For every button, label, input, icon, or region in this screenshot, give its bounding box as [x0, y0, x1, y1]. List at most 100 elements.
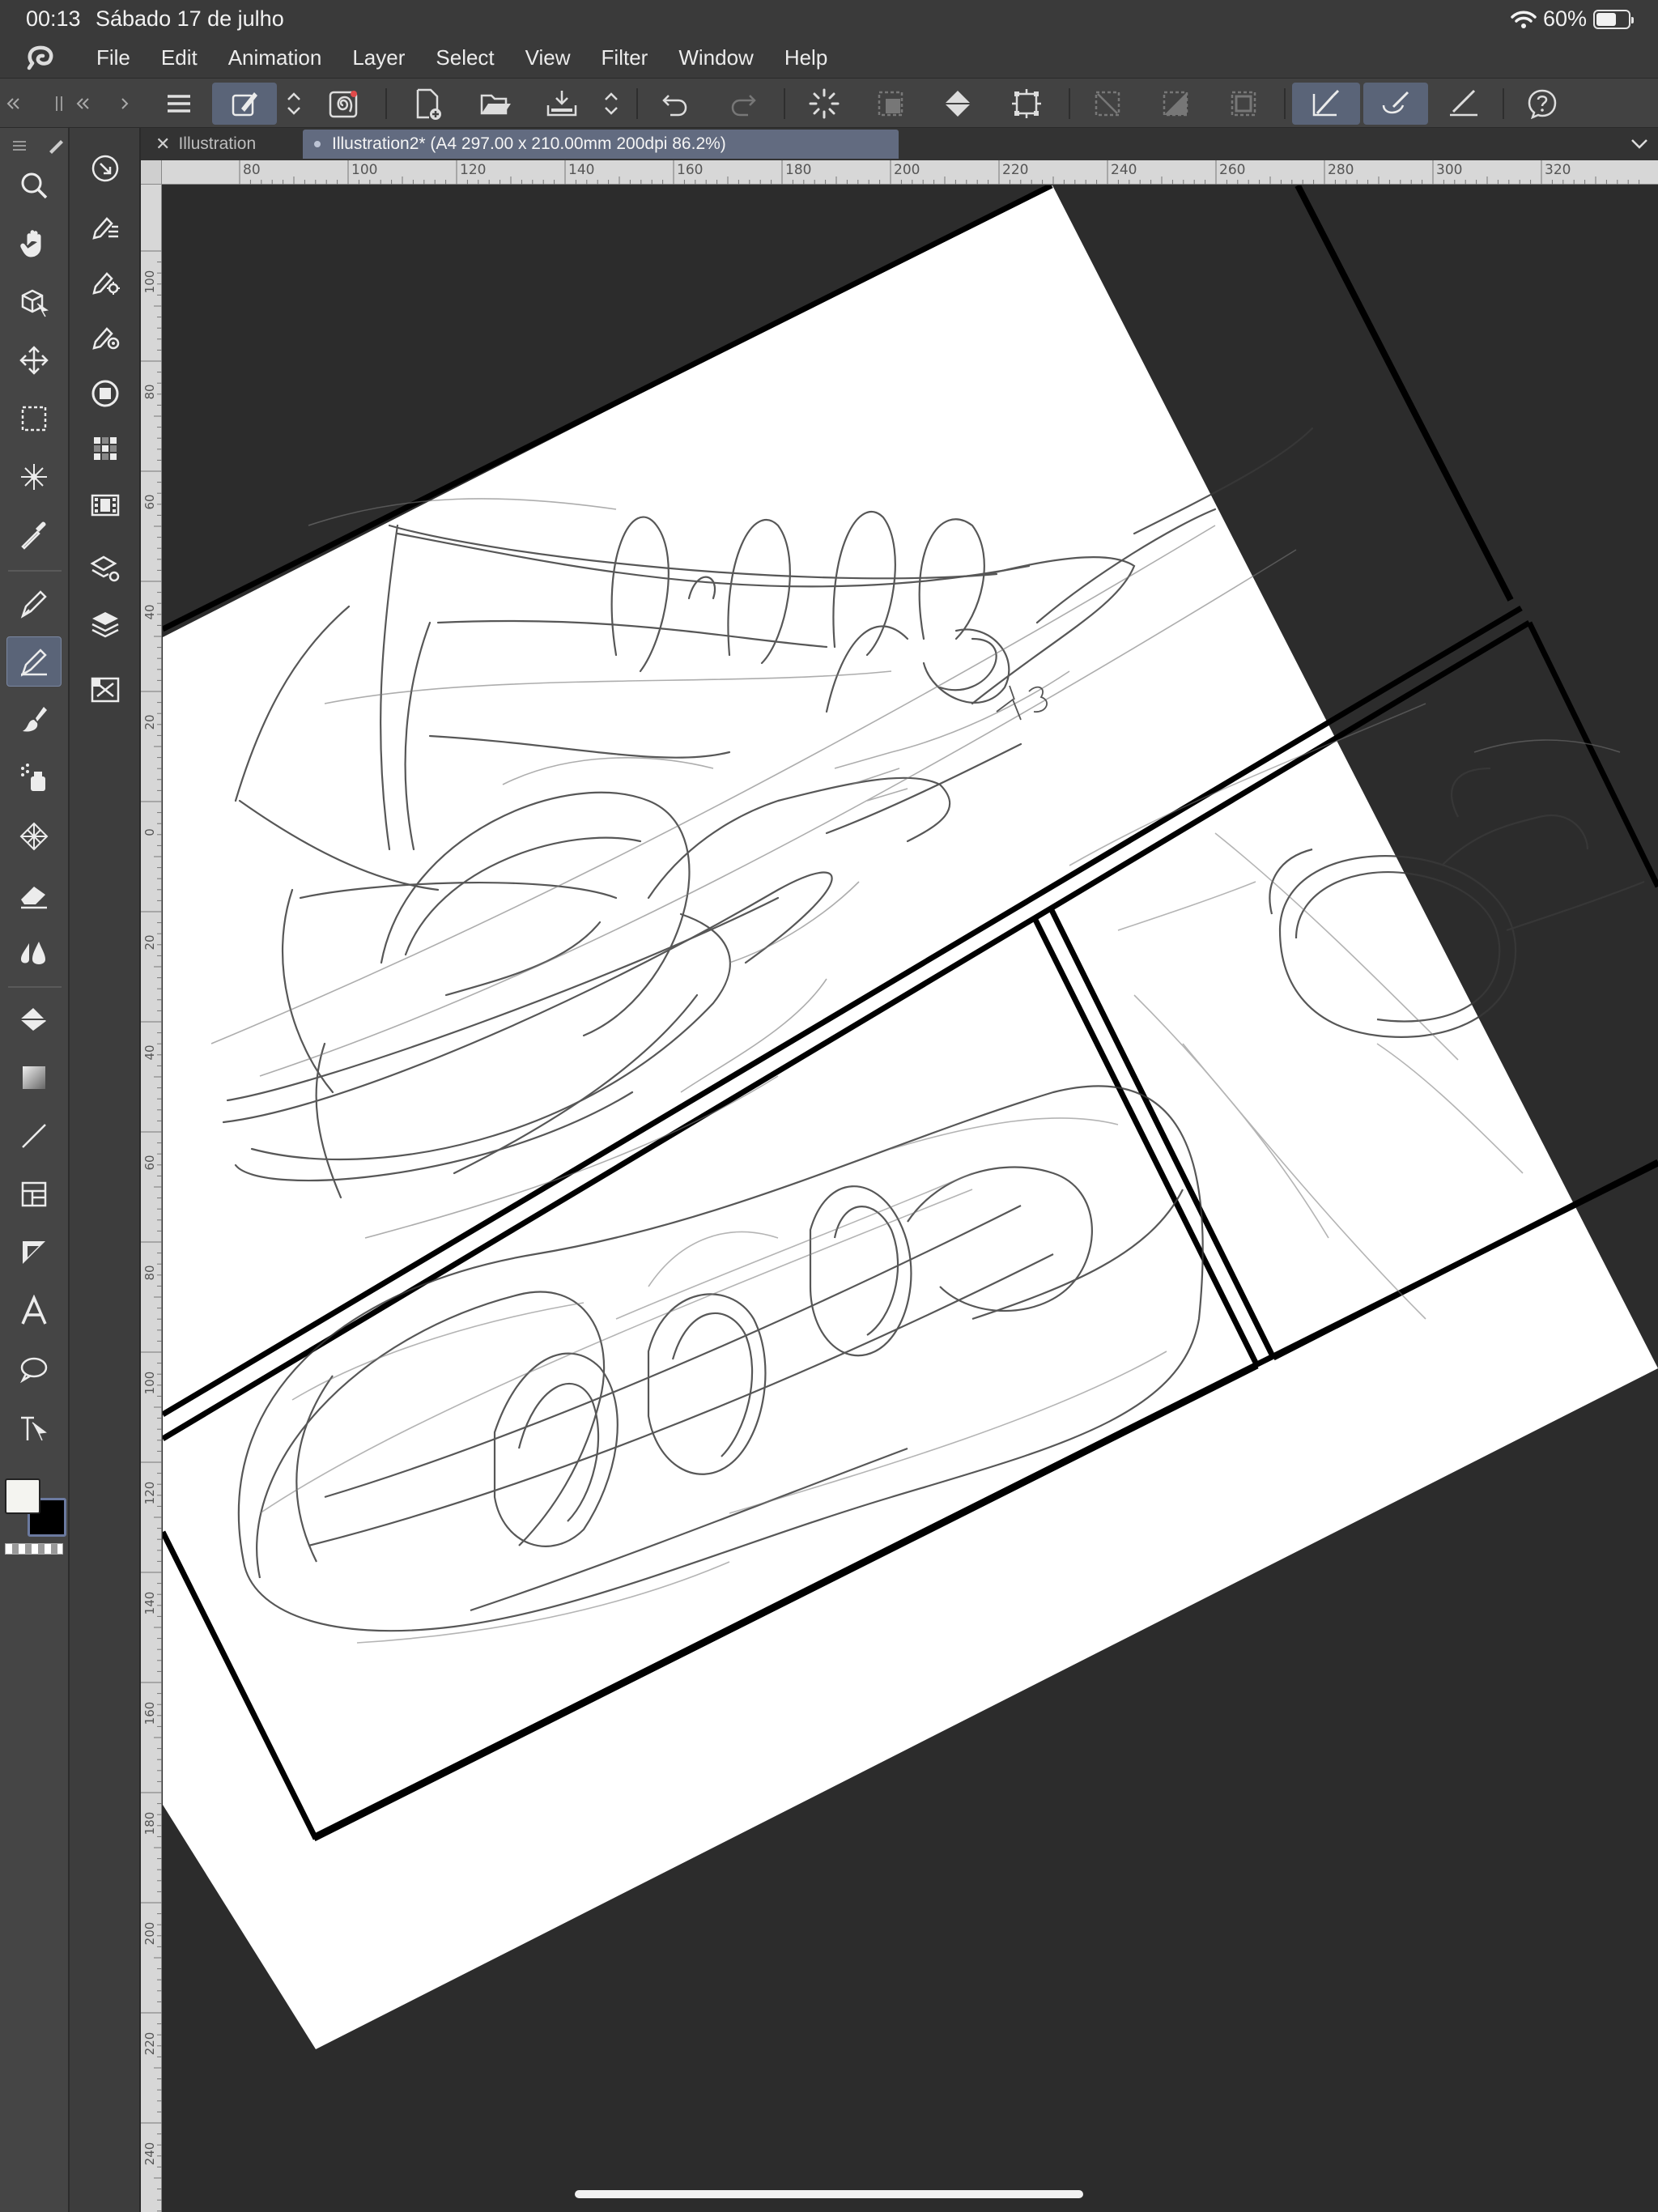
menu-icon[interactable]	[159, 83, 199, 125]
chevron-down-icon[interactable]	[1629, 134, 1650, 156]
menu-animation[interactable]: Animation	[213, 37, 338, 78]
decoration-icon[interactable]	[6, 811, 62, 861]
home-indicator[interactable]	[575, 2190, 1083, 2198]
collapse-panel-icon[interactable]	[0, 83, 28, 125]
menu-view[interactable]: View	[510, 37, 586, 78]
new-file-icon[interactable]	[405, 83, 450, 125]
ruler-tick-label: 300	[1436, 162, 1462, 178]
page-edge	[1295, 185, 1514, 602]
pen-pressure-icon[interactable]	[1292, 83, 1360, 125]
menu-edit[interactable]: Edit	[146, 37, 213, 78]
tool-panel-pen-icon[interactable]	[47, 136, 65, 158]
status-time: 00:13	[26, 6, 81, 31]
stepper-icon[interactable]	[280, 83, 308, 125]
ruler-snap-icon[interactable]	[1441, 83, 1486, 125]
invert-icon[interactable]	[1153, 83, 1198, 125]
sub-tool-detail-icon[interactable]	[81, 144, 130, 193]
tool-panel-menu-icon[interactable]	[11, 139, 28, 156]
color-wheel-icon[interactable]	[81, 369, 130, 418]
tab-close-icon[interactable]: ✕	[155, 134, 170, 155]
clear-selection-icon[interactable]	[1085, 83, 1130, 125]
color-set-icon[interactable]	[81, 424, 130, 473]
ruler-tick-label: 220	[142, 2032, 157, 2056]
menu-help[interactable]: Help	[769, 37, 843, 78]
ruler-tick-label: 100	[351, 162, 377, 178]
expand-panel-icon[interactable]	[113, 83, 136, 125]
layers-icon[interactable]	[81, 599, 130, 648]
speech-bubble-icon[interactable]	[6, 1344, 62, 1394]
open-folder-icon[interactable]	[473, 83, 518, 125]
panel-grip-icon[interactable]	[47, 83, 71, 125]
menu-file[interactable]: File	[81, 37, 146, 78]
timeline-icon[interactable]	[81, 481, 130, 530]
brush-tool-icon[interactable]	[212, 83, 277, 125]
ruler-tick-label: 20	[142, 714, 157, 730]
loading-icon[interactable]	[801, 83, 847, 125]
menu-select[interactable]: Select	[420, 37, 509, 78]
ruler-tick-label: 200	[142, 1922, 157, 1946]
selection-icon[interactable]	[6, 393, 62, 444]
ruler-tick-label: 200	[894, 162, 920, 178]
fill-icon[interactable]	[936, 83, 981, 125]
collapse-subtool-icon[interactable]	[70, 83, 97, 125]
menu-bar: File Edit Animation Layer Select View Fi…	[0, 37, 1658, 78]
fill-icon[interactable]	[6, 994, 62, 1044]
undo-icon[interactable]	[653, 83, 698, 125]
status-bar: 00:13 Sábado 17 de julho 60%	[0, 0, 1658, 37]
eraser-icon[interactable]	[6, 870, 62, 920]
brush-size-icon[interactable]	[81, 313, 130, 361]
ruler-tick-label: 80	[142, 1265, 157, 1280]
menu-window[interactable]: Window	[663, 37, 768, 78]
hand-icon[interactable]	[6, 219, 62, 269]
drawing-canvas[interactable]	[163, 185, 1658, 2212]
frame-icon[interactable]	[6, 1169, 62, 1219]
layer-property-icon[interactable]	[81, 544, 130, 593]
ruler-tick-label: 80	[243, 162, 261, 178]
save-icon[interactable]	[539, 83, 585, 125]
object-icon[interactable]	[6, 277, 62, 327]
subtool-panel	[70, 128, 141, 2212]
tab-illustration2[interactable]: Illustration2* (A4 297.00 x 210.00mm 200…	[303, 130, 899, 159]
pen-icon[interactable]	[6, 578, 62, 628]
ruler-horizontal: 80 100 120 140 160 180 200 220 240 260 280 300 320	[162, 160, 1658, 185]
gradient-icon[interactable]	[6, 1053, 62, 1103]
ruler-tick-label: 60	[142, 1155, 157, 1170]
magic-wand-icon[interactable]	[6, 452, 62, 502]
material-icon[interactable]	[81, 666, 130, 714]
help-icon[interactable]	[1519, 83, 1566, 125]
border-icon[interactable]	[1221, 83, 1266, 125]
select-icon[interactable]	[868, 83, 913, 125]
text-icon[interactable]	[6, 1286, 62, 1336]
menu-layer[interactable]: Layer	[337, 37, 420, 78]
ruler-tick-label: 240	[1111, 162, 1137, 178]
spiral-icon[interactable]	[322, 83, 364, 125]
tab-illustration[interactable]: ✕ Illustration	[144, 130, 267, 159]
figure-icon[interactable]	[6, 1111, 62, 1161]
tool-property-icon[interactable]	[81, 202, 130, 251]
ruler-tick-label: 260	[1219, 162, 1245, 178]
brush-icon[interactable]	[6, 695, 62, 745]
stroke-smooth-icon[interactable]	[1363, 83, 1428, 125]
wifi-icon	[1511, 11, 1537, 28]
balloon-icon[interactable]	[6, 1227, 62, 1278]
transparent-color-swatch[interactable]	[5, 1543, 63, 1555]
brush-settings-icon[interactable]	[81, 257, 130, 306]
menu-filter[interactable]: Filter	[586, 37, 664, 78]
ruler-tick-label: 320	[1545, 162, 1571, 178]
ruler-tick-label: 100	[142, 270, 157, 294]
battery-icon	[1593, 9, 1634, 29]
airbrush-icon[interactable]	[6, 753, 62, 803]
eyedropper-icon[interactable]	[6, 510, 62, 560]
blend-icon[interactable]	[6, 928, 62, 978]
move-icon[interactable]	[6, 335, 62, 385]
redo-icon[interactable]	[721, 83, 766, 125]
canvas-area[interactable]	[163, 185, 1658, 2212]
ruler-vertical: 100 80 60 40 20 0 20 40 60 80 100 120 140 160 180 200 22…	[141, 160, 162, 2212]
foreground-color-swatch[interactable]	[5, 1478, 40, 1514]
zoom-icon[interactable]	[6, 160, 62, 211]
transform-icon[interactable]	[1004, 83, 1049, 125]
correct-line-icon[interactable]	[6, 1402, 62, 1453]
pencil-icon[interactable]	[6, 636, 62, 687]
app-logo-icon[interactable]	[0, 37, 81, 78]
stepper-icon[interactable]	[597, 83, 625, 125]
